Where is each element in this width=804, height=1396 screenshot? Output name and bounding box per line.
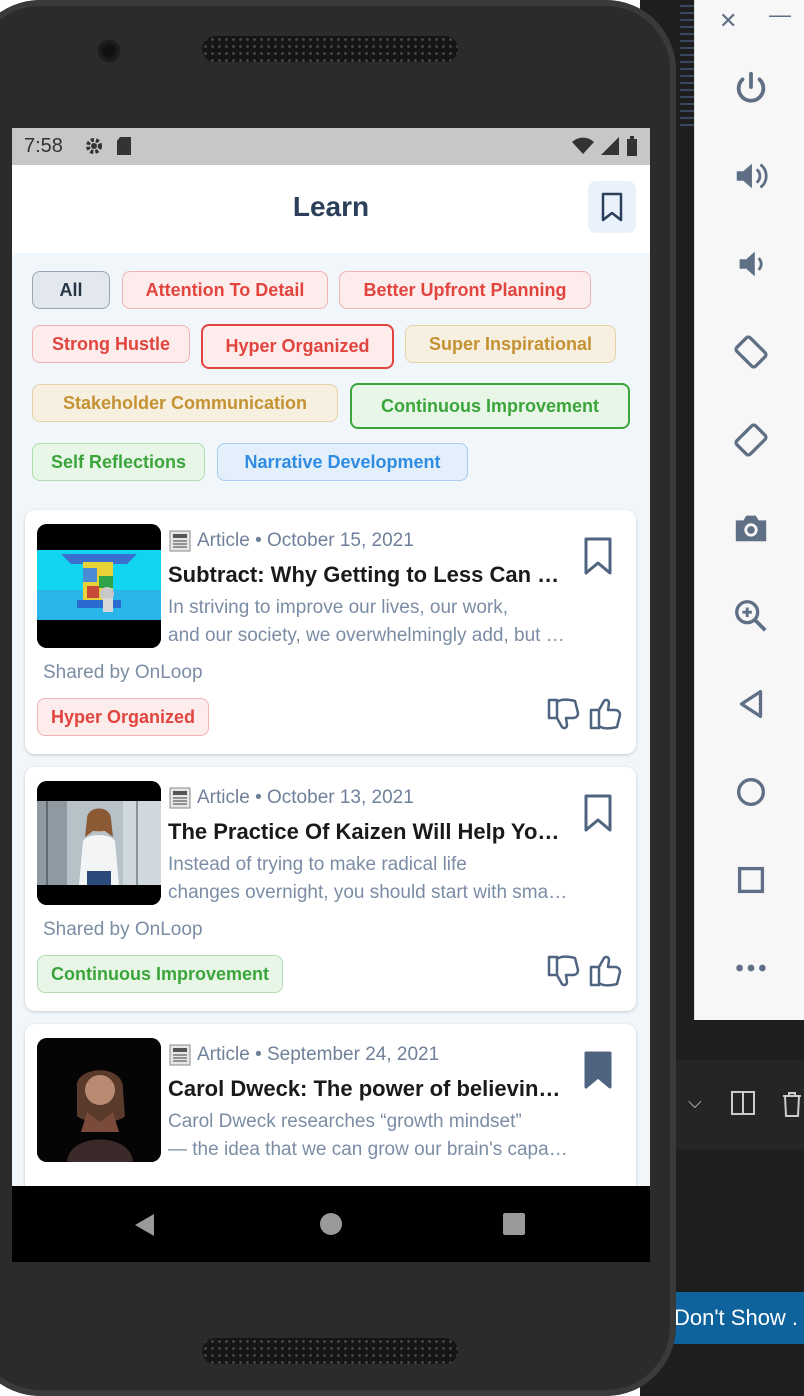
- article-meta-text: Article • October 15, 2021: [197, 530, 414, 551]
- minimize-icon[interactable]: —: [769, 2, 791, 28]
- signal-icon: [600, 136, 620, 162]
- filter-chip-continuous-improvement[interactable]: Continuous Improvement: [350, 383, 630, 429]
- app-bar: Learn: [12, 165, 650, 253]
- article-description-line: Carol Dweck researches “growth mindset”: [168, 1111, 522, 1132]
- saved-bookmarks-button[interactable]: [588, 181, 636, 233]
- article-tag[interactable]: Continuous Improvement: [37, 955, 284, 993]
- filter-chip-self-reflections[interactable]: Self Reflections: [32, 443, 205, 481]
- device-screen: 7:58 Learn All Attention To Detail Bette…: [12, 128, 650, 1262]
- wifi-icon: [572, 136, 594, 162]
- article-meta: Article • October 15, 2021: [169, 530, 414, 552]
- volume-up-icon[interactable]: [731, 156, 771, 196]
- dont-show-button[interactable]: Don't Show .: [668, 1292, 804, 1344]
- filter-chip-narrative-development[interactable]: Narrative Development: [217, 443, 468, 481]
- overview-icon[interactable]: [731, 860, 771, 900]
- article-description: Carol Dweck researches “growth mindset” …: [168, 1108, 568, 1164]
- rotate-left-icon[interactable]: [731, 332, 771, 372]
- article-card[interactable]: Article • October 13, 2021 The Practice …: [25, 767, 636, 1011]
- power-icon[interactable]: [731, 68, 771, 108]
- bookmark-icon[interactable]: [583, 793, 613, 833]
- article-description-line: — the idea that we can grow our brain's …: [168, 1139, 568, 1160]
- article-description: Instead of trying to make radical life c…: [168, 851, 568, 907]
- thumbs-down-icon[interactable]: [546, 953, 582, 989]
- article-thumbnail: [37, 1038, 161, 1162]
- shared-by-label: Shared by OnLoop: [43, 919, 203, 940]
- close-icon[interactable]: ✕: [719, 8, 737, 34]
- article-meta-text: Article • September 24, 2021: [197, 1044, 440, 1065]
- status-bar: 7:58: [12, 128, 650, 165]
- sd-card-icon: [116, 136, 132, 162]
- home-icon[interactable]: [731, 772, 771, 812]
- chevron-down-icon[interactable]: ⌵: [688, 1092, 702, 1113]
- article-description-line: and our society, we overwhelmingly add, …: [168, 625, 568, 646]
- zoom-icon[interactable]: [731, 596, 771, 636]
- filter-chip-super-inspirational[interactable]: Super Inspirational: [405, 325, 616, 363]
- newspaper-icon: [169, 1044, 191, 1066]
- emulator-control-panel: ✕ —: [694, 0, 804, 1020]
- back-icon[interactable]: [731, 684, 771, 724]
- bookmark-filled-icon[interactable]: [583, 1050, 613, 1090]
- front-camera: [98, 40, 120, 62]
- newspaper-icon: [169, 530, 191, 552]
- nav-home-icon[interactable]: [319, 1212, 343, 1236]
- article-description-line: Instead of trying to make radical life: [168, 854, 467, 875]
- ide-toolbar: ⌵: [676, 1060, 804, 1150]
- split-icon[interactable]: [730, 1090, 756, 1122]
- newspaper-icon: [169, 787, 191, 809]
- top-speaker: [202, 36, 458, 62]
- article-meta-text: Article • October 13, 2021: [197, 787, 414, 808]
- article-thumbnail: [37, 781, 161, 905]
- article-title[interactable]: Subtract: Why Getting to Less Can Mean T…: [168, 562, 568, 588]
- thumbs-up-icon[interactable]: [588, 696, 624, 732]
- bottom-speaker: [202, 1338, 458, 1364]
- nav-back-icon[interactable]: [132, 1212, 158, 1238]
- more-icon[interactable]: [731, 948, 771, 988]
- article-description: In striving to improve our lives, our wo…: [168, 594, 568, 650]
- article-description-line: changes overnight, you should start with…: [168, 882, 568, 903]
- filter-chip-attention-to-detail[interactable]: Attention To Detail: [122, 271, 328, 309]
- article-thumbnail: [37, 524, 161, 648]
- article-meta: Article • September 24, 2021: [169, 1044, 439, 1066]
- article-card[interactable]: Article • October 15, 2021 Subtract: Why…: [25, 510, 636, 754]
- article-title[interactable]: Carol Dweck: The power of believing that…: [168, 1076, 568, 1102]
- nav-overview-icon[interactable]: [503, 1213, 525, 1235]
- trash-icon[interactable]: [780, 1090, 804, 1124]
- article-meta: Article • October 13, 2021: [169, 787, 414, 809]
- volume-down-icon[interactable]: [731, 244, 771, 284]
- android-nav-bar: [12, 1186, 650, 1262]
- bookmark-icon[interactable]: [583, 536, 613, 576]
- rotate-right-icon[interactable]: [731, 420, 771, 460]
- article-title[interactable]: The Practice Of Kaizen Will Help You Imp…: [168, 819, 568, 845]
- thumbs-up-icon[interactable]: [588, 953, 624, 989]
- page-title: Learn: [292, 191, 370, 222]
- filter-chip-stakeholder-communication[interactable]: Stakeholder Communication: [32, 384, 338, 422]
- camera-icon[interactable]: [731, 508, 771, 548]
- filter-chip-strong-hustle[interactable]: Strong Hustle: [32, 325, 190, 363]
- settings-icon: [84, 136, 104, 162]
- filter-chip-better-upfront-planning[interactable]: Better Upfront Planning: [339, 271, 591, 309]
- battery-icon: [626, 136, 638, 162]
- filter-chip-hyper-organized[interactable]: Hyper Organized: [201, 324, 394, 369]
- bookmark-icon: [601, 192, 623, 222]
- article-tag[interactable]: Hyper Organized: [37, 698, 210, 736]
- thumbs-down-icon[interactable]: [546, 696, 582, 732]
- filter-chips: All Attention To Detail Better Upfront P…: [12, 253, 650, 498]
- status-time: 7:58: [24, 135, 63, 157]
- filter-chip-all[interactable]: All: [32, 271, 110, 309]
- shared-by-label: Shared by OnLoop: [43, 662, 203, 683]
- article-description-line: In striving to improve our lives, our wo…: [168, 597, 509, 618]
